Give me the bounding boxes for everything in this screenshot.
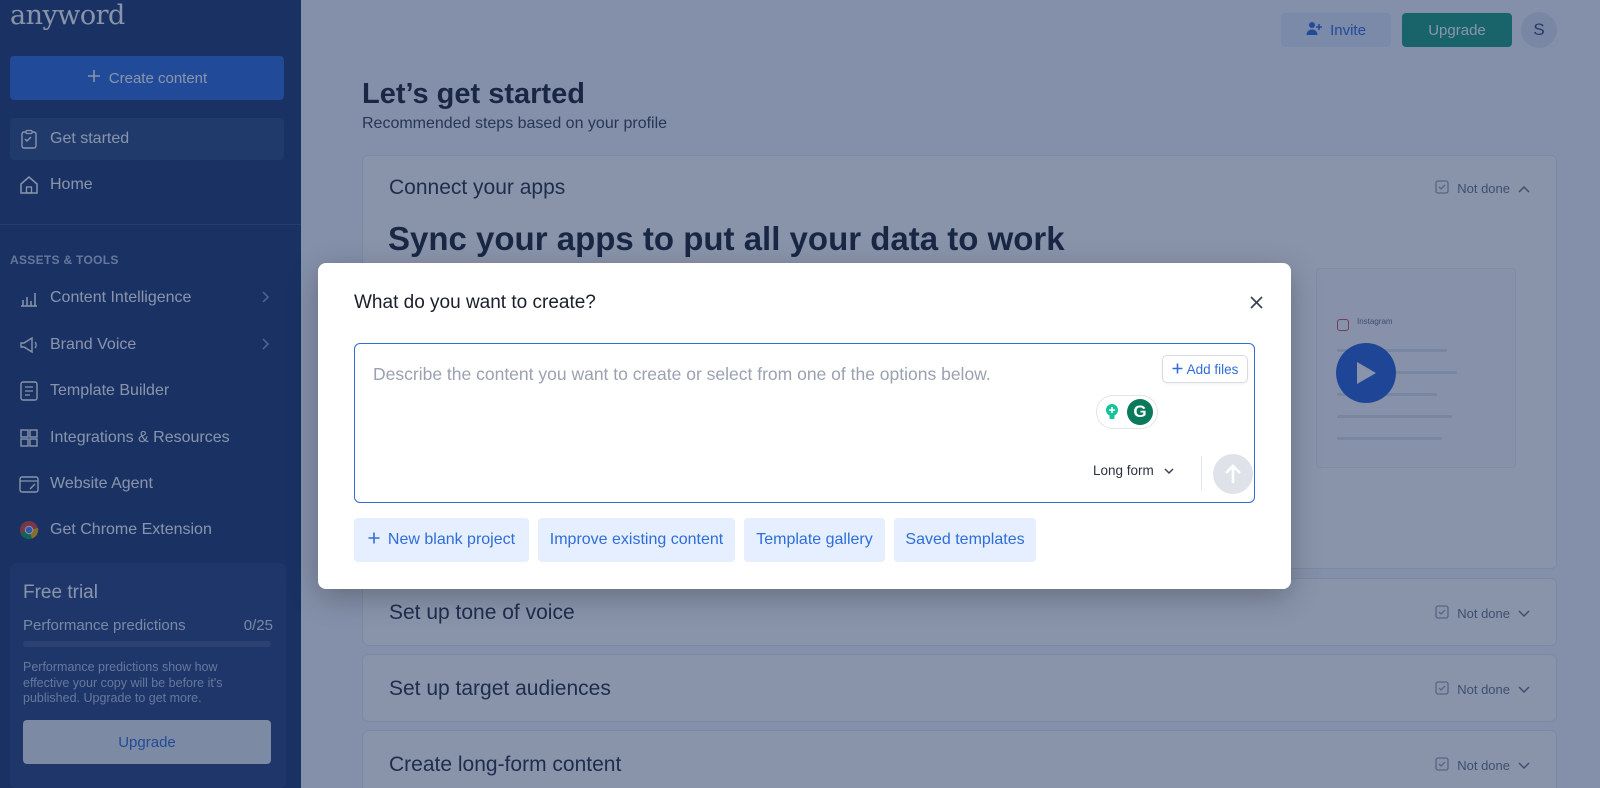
saved-templates-button[interactable]: Saved templates xyxy=(894,518,1036,562)
close-icon xyxy=(1249,295,1263,309)
send-button[interactable] xyxy=(1213,454,1253,494)
prompt-placeholder: Describe the content you want to create … xyxy=(373,364,991,384)
prompt-input[interactable]: Describe the content you want to create … xyxy=(354,343,1255,503)
chip-label: New blank project xyxy=(387,531,516,548)
add-files-label: Add files xyxy=(1186,361,1239,377)
modal-title: What do you want to create? xyxy=(354,292,596,313)
grammarly-icon: G xyxy=(1127,399,1153,425)
plus-icon xyxy=(1172,362,1183,377)
format-select[interactable]: Long form xyxy=(1093,463,1174,478)
format-select-value: Long form xyxy=(1093,463,1154,478)
divider xyxy=(1201,456,1202,490)
plus-icon xyxy=(368,531,380,549)
lightbulb-icon xyxy=(1101,401,1123,423)
add-files-button[interactable]: Add files xyxy=(1162,355,1248,383)
template-gallery-button[interactable]: Template gallery xyxy=(744,518,885,562)
improve-existing-content-button[interactable]: Improve existing content xyxy=(538,518,735,562)
grammarly-widget[interactable]: G xyxy=(1096,395,1158,429)
close-button[interactable] xyxy=(1243,289,1269,315)
create-content-modal: What do you want to create? Describe the… xyxy=(318,263,1291,589)
new-blank-project-button[interactable]: New blank project xyxy=(354,518,529,562)
chevron-down-icon xyxy=(1164,463,1174,478)
arrow-up-icon xyxy=(1225,464,1241,483)
